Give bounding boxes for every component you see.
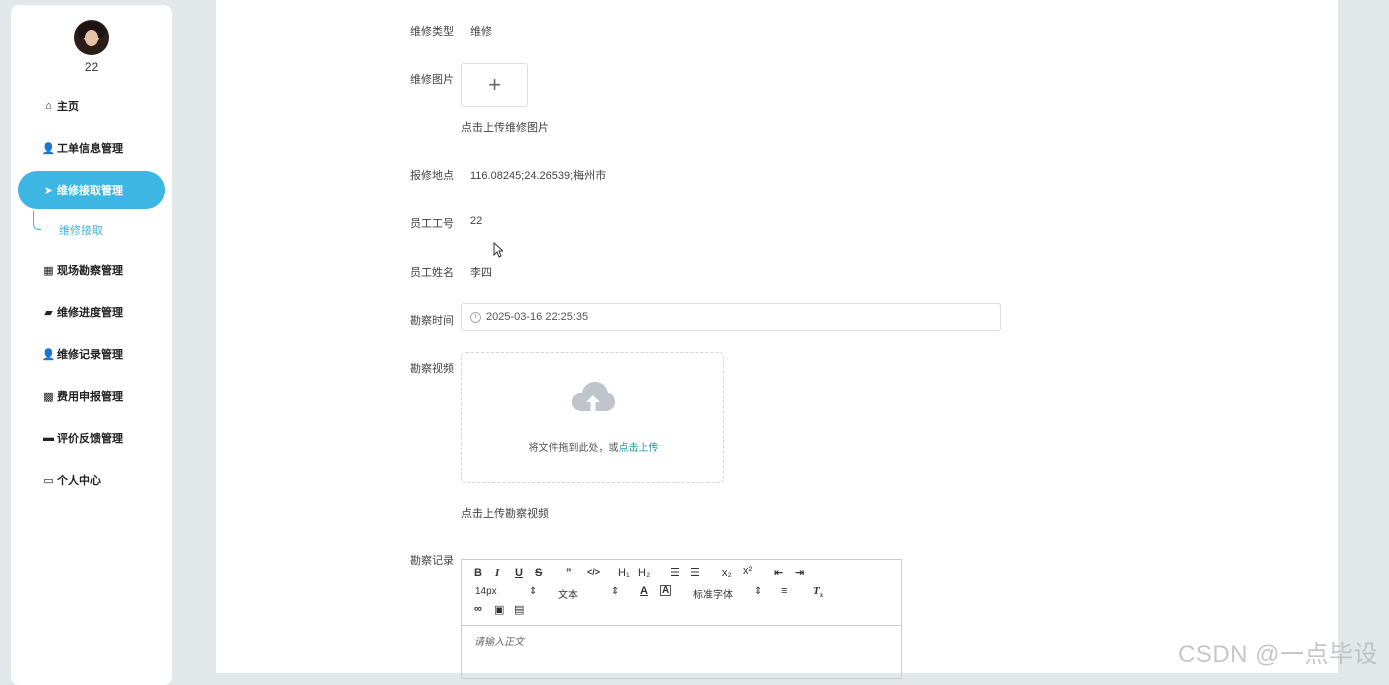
grid-icon: ▦ xyxy=(43,264,54,277)
sidebar-item-label: 现场勘察管理 xyxy=(57,265,123,277)
card-icon: ▭ xyxy=(43,474,54,487)
watermark: CSDN @一点毕设 xyxy=(1178,641,1379,668)
apps-icon: ▩ xyxy=(43,390,54,403)
username: 22 xyxy=(84,60,99,74)
survey-time-value: 2025-03-16 22:25:35 xyxy=(486,311,589,323)
label-employee-id: 员工工号 xyxy=(410,218,454,230)
italic-button[interactable]: I xyxy=(495,567,499,579)
survey-time-input[interactable]: 2025-03-16 22:25:35 xyxy=(461,303,1001,331)
mouse-cursor-icon xyxy=(493,242,503,258)
value-repair-type: 维修 xyxy=(470,26,492,38)
cloud-upload-icon xyxy=(571,382,615,411)
code-icon[interactable]: </> xyxy=(587,567,600,577)
bold-button[interactable]: B xyxy=(474,567,482,579)
submenu-connector xyxy=(33,211,41,230)
chevron-updown-icon: ⇕ xyxy=(529,586,538,597)
label-repair-type: 维修类型 xyxy=(410,26,454,38)
person-icon: 👤 xyxy=(41,348,56,361)
sidebar-item-home[interactable]: ⌂ 主页 xyxy=(18,87,165,125)
clear-format-icon[interactable]: Tx xyxy=(813,585,823,599)
label-survey-video: 勘察视频 xyxy=(410,363,454,375)
user-icon: 👤 xyxy=(41,142,56,155)
outdent-icon[interactable]: ⇤ xyxy=(774,566,783,579)
chevron-updown-icon: ⇕ xyxy=(611,586,620,597)
sidebar-item-expense[interactable]: ▩ 费用申报管理 xyxy=(18,377,165,415)
home-icon: ⌂ xyxy=(45,100,52,112)
value-location: 116.08245;24.26539;梅州市 xyxy=(470,170,607,182)
h1-button[interactable]: H₁ xyxy=(618,567,630,579)
video-upload-hint: 点击上传勘察视频 xyxy=(461,508,549,520)
font-color-icon[interactable]: A xyxy=(640,585,648,597)
quote-icon[interactable]: ” xyxy=(566,567,572,579)
sidebar-item-label: 个人中心 xyxy=(57,475,101,487)
submenu-repair-pickup[interactable]: 维修接取 xyxy=(18,211,165,247)
image-upload-hint: 点击上传维修图片 xyxy=(461,122,549,134)
label-survey-record: 勘察记录 xyxy=(410,555,454,567)
sidebar-item-repair-progress[interactable]: ▰ 维修进度管理 xyxy=(18,293,165,331)
sidebar-item-repair-records[interactable]: 👤 维修记录管理 xyxy=(18,335,165,373)
rich-text-editor: B I U S ” </> H₁ H₂ ☰ ☰ x₂ x² ⇤ ⇥ 14px ⇕… xyxy=(461,559,902,679)
submenu-label: 维修接取 xyxy=(59,225,103,237)
image-upload-button[interactable]: + xyxy=(461,63,528,107)
sidebar-item-feedback[interactable]: ▬ 评价反馈管理 xyxy=(18,419,165,457)
video-drop-zone[interactable]: 将文件拖到此处，或点击上传 xyxy=(461,352,724,483)
sidebar-item-label: 维修接取管理 xyxy=(57,185,123,197)
strike-button[interactable]: S xyxy=(535,567,542,579)
briefcase-icon: ▰ xyxy=(44,306,53,319)
background-color-icon[interactable]: A xyxy=(660,585,672,596)
sidebar-item-label: 评价反馈管理 xyxy=(57,433,123,445)
font-size-select[interactable]: 14px xyxy=(475,586,497,597)
sidebar-item-work-orders[interactable]: 👤 工单信息管理 xyxy=(18,129,165,167)
value-employee-id: 22 xyxy=(470,215,483,227)
label-location: 报修地点 xyxy=(410,170,454,182)
sidebar: 22 ⌂ 主页 👤 工单信息管理 ➤ 维修接取管理 维修接取 ▦ 现场勘察管理 … xyxy=(11,5,172,685)
paper-plane-icon: ➤ xyxy=(43,184,54,197)
font-family-select[interactable]: 标准字体 xyxy=(693,586,733,601)
sidebar-item-label: 主页 xyxy=(57,101,79,113)
main-form: 维修类型 维修 维修图片 + 点击上传维修图片 报修地点 116.08245;2… xyxy=(216,0,1338,679)
click-upload-link[interactable]: 点击上传 xyxy=(619,443,659,454)
subscript-button[interactable]: x₂ xyxy=(722,567,732,579)
sidebar-menu: ⌂ 主页 👤 工单信息管理 ➤ 维修接取管理 维修接取 ▦ 现场勘察管理 ▰ 维… xyxy=(18,87,165,503)
sidebar-item-label: 维修记录管理 xyxy=(57,349,123,361)
sidebar-item-label: 费用申报管理 xyxy=(57,391,123,403)
sidebar-item-label: 维修进度管理 xyxy=(57,307,123,319)
sidebar-item-profile[interactable]: ▭ 个人中心 xyxy=(18,461,165,499)
editor-toolbar: B I U S ” </> H₁ H₂ ☰ ☰ x₂ x² ⇤ ⇥ 14px ⇕… xyxy=(462,560,901,626)
video-icon[interactable]: ▤ xyxy=(514,603,524,616)
chevron-updown-icon: ⇕ xyxy=(754,586,763,597)
value-employee-name: 李四 xyxy=(470,267,492,279)
editor-placeholder[interactable]: 请输入正文 xyxy=(474,633,524,648)
link-icon[interactable]: ∞ xyxy=(474,603,482,615)
plus-icon: + xyxy=(488,72,501,97)
label-repair-image: 维修图片 xyxy=(410,74,454,86)
indent-icon[interactable]: ⇥ xyxy=(795,566,804,579)
h2-button[interactable]: H₂ xyxy=(638,567,650,579)
sidebar-item-site-survey[interactable]: ▦ 现场勘察管理 xyxy=(18,251,165,289)
drop-zone-text: 将文件拖到此处，或点击上传 xyxy=(528,443,659,454)
label-survey-time: 勘察时间 xyxy=(410,315,454,327)
superscript-button[interactable]: x² xyxy=(743,565,752,577)
ordered-list-icon[interactable]: ☰ xyxy=(670,566,680,579)
toolbox-icon: ▬ xyxy=(43,432,54,444)
sidebar-item-repair-pickup[interactable]: ➤ 维修接取管理 xyxy=(18,171,165,209)
sidebar-item-label: 工单信息管理 xyxy=(57,143,123,155)
image-icon[interactable]: ▣ xyxy=(494,603,504,616)
align-icon[interactable]: ≡ xyxy=(781,585,787,597)
bullet-list-icon[interactable]: ☰ xyxy=(690,566,700,579)
label-employee-name: 员工姓名 xyxy=(410,267,454,279)
text-style-select[interactable]: 文本 xyxy=(558,586,578,601)
underline-button[interactable]: U xyxy=(515,567,523,579)
avatar[interactable] xyxy=(74,20,109,55)
clock-icon xyxy=(470,311,481,323)
